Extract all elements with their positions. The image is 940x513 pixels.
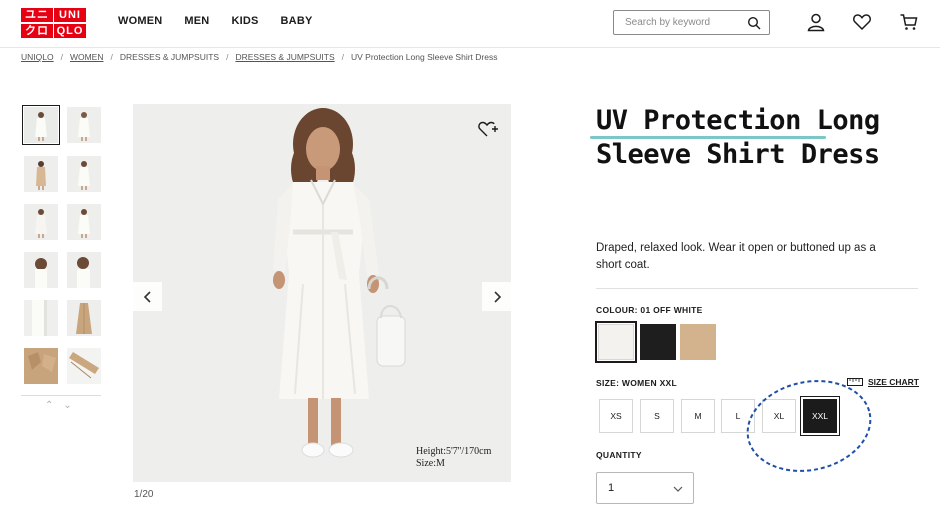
size-label: SIZE: WOMEN XXL	[596, 378, 677, 388]
main-nav: WOMEN MEN KIDS BABY	[118, 15, 313, 27]
colour-label: COLOUR: 01 OFF WHITE	[596, 305, 703, 315]
chevron-right-icon	[493, 290, 501, 303]
colour-swatch-black[interactable]	[640, 324, 676, 360]
product-title-line: Sleeve Shirt Dress	[596, 139, 880, 170]
product-title-line: UV Protection Long	[596, 105, 880, 136]
product-photo	[133, 104, 511, 482]
logo-cell: QLO	[54, 23, 86, 38]
thumbnail[interactable]	[67, 252, 101, 288]
thumbnail-divider	[21, 395, 101, 396]
thumbnail[interactable]	[67, 204, 101, 240]
section-divider	[596, 288, 918, 289]
thumbnail[interactable]	[67, 300, 101, 336]
quantity-label: QUANTITY	[596, 450, 642, 460]
breadcrumb-separator: /	[226, 52, 229, 62]
search-input[interactable]	[614, 11, 739, 34]
nav-item-women[interactable]: WOMEN	[118, 15, 162, 27]
breadcrumb-item-uniqlo[interactable]: UNIQLO	[21, 52, 54, 62]
breadcrumb-separator: /	[341, 52, 344, 62]
model-size: Size:M	[416, 458, 445, 469]
nav-item-baby[interactable]: BABY	[281, 15, 313, 27]
logo-cell: クロ	[21, 23, 53, 38]
model-height: Height:5'7''/170cm	[416, 446, 492, 457]
quantity-select[interactable]: 1	[596, 472, 694, 504]
thumbnail[interactable]	[24, 204, 58, 240]
breadcrumb: UNIQLO / WOMEN / DRESSES & JUMPSUITS / D…	[21, 52, 497, 62]
chevron-down-icon[interactable]: ⌄	[63, 400, 71, 411]
chevron-down-icon	[673, 486, 683, 492]
product-title: UV Protection Long Sleeve Shirt Dress	[596, 104, 916, 172]
search-icon[interactable]	[747, 16, 761, 30]
thumbnail[interactable]	[24, 348, 58, 384]
breadcrumb-separator: /	[60, 52, 63, 62]
size-option-xs[interactable]: XS	[599, 399, 633, 433]
heart-icon[interactable]	[852, 12, 872, 32]
account-icon[interactable]	[806, 12, 826, 32]
uniqlo-logo[interactable]: ユニ UNI クロ QLO	[21, 8, 87, 38]
highlight-circle-annotation	[746, 380, 872, 472]
chevron-up-icon[interactable]: ⌃	[45, 400, 53, 411]
previous-image-button[interactable]	[133, 282, 162, 311]
thumbnail[interactable]	[67, 156, 101, 192]
breadcrumb-item-dresses[interactable]: DRESSES & JUMPSUITS	[235, 52, 334, 62]
thumbnail[interactable]	[24, 300, 58, 336]
logo-cell: ユニ	[21, 8, 53, 22]
breadcrumb-item-dresses-category: DRESSES & JUMPSUITS	[119, 52, 220, 62]
product-description: Draped, relaxed look. Wear it open or bu…	[596, 240, 896, 274]
colour-swatch-beige[interactable]	[680, 324, 716, 360]
thumbnail-scroll: ⌃ ⌄	[45, 400, 72, 411]
search-box	[613, 10, 770, 35]
thumbnail[interactable]	[22, 105, 60, 145]
chevron-left-icon	[143, 290, 151, 303]
breadcrumb-current: UV Protection Long Sleeve Shirt Dress	[351, 52, 498, 62]
logo-cell: UNI	[54, 8, 86, 22]
image-counter: 1/20	[134, 489, 154, 500]
size-option-m[interactable]: M	[681, 399, 715, 433]
thumbnail[interactable]	[67, 348, 101, 384]
breadcrumb-item-women[interactable]: WOMEN	[70, 52, 104, 62]
site-header: ユニ UNI クロ QLO WOMEN MEN KIDS BABY	[0, 0, 940, 48]
next-image-button[interactable]	[482, 282, 511, 311]
size-option-s[interactable]: S	[640, 399, 674, 433]
nav-item-men[interactable]: MEN	[184, 15, 209, 27]
add-to-wishlist-icon[interactable]	[477, 118, 499, 140]
size-chart-label: SIZE CHART	[868, 377, 919, 387]
colour-swatch-off-white[interactable]	[595, 321, 637, 363]
thumbnail[interactable]	[67, 107, 101, 143]
thumbnail[interactable]	[24, 252, 58, 288]
description-line: short coat.	[596, 259, 650, 271]
description-line: Draped, relaxed look. Wear it open or bu…	[596, 242, 876, 254]
quantity-value: 1	[608, 482, 615, 494]
thumbnail[interactable]	[24, 156, 58, 192]
product-main-image[interactable]: Height:5'7''/170cm Size:M	[133, 104, 511, 482]
model-info: Height:5'7''/170cm Size:M	[416, 446, 491, 470]
cart-icon[interactable]	[899, 12, 919, 32]
nav-item-kids[interactable]: KIDS	[231, 15, 258, 27]
breadcrumb-separator: /	[110, 52, 113, 62]
